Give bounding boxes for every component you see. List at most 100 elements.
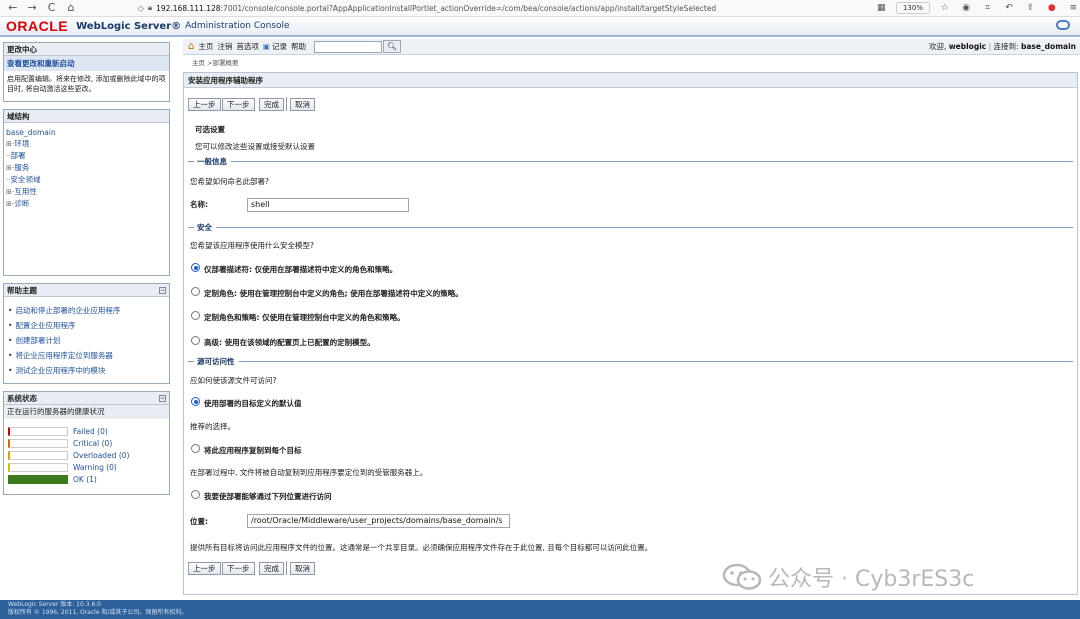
oracle-logo: ORACLE [6,18,69,34]
option-custom-roles[interactable]: 定制角色: 使用在管理控制台中定义的角色; 使用在部署描述符中定义的策略。 [204,288,463,299]
search-input[interactable] [313,40,382,53]
option-default-targets[interactable]: 使用部署的目标定义的默认值 [204,398,302,409]
wechat-watermark: 公众号 · Cyb3rES3c [722,561,974,593]
help-link-configure[interactable]: 配置企业应用程序 [8,318,165,333]
record-icon[interactable]: ▣ [263,42,270,51]
addon-icon[interactable]: ● [1045,1,1058,15]
optional-settings-title: 可选设置 [195,125,225,134]
section-source-accessibility: 源可访问性 [188,357,1073,366]
location-input[interactable]: /root/Oracle/Middleware/user_projects/do… [247,514,510,528]
console-toolbar: ⌂ 主页 注销 首选项 ▣ 记录 帮助 🔍︎ 欢迎, weblogic | 连接… [183,39,1080,55]
optional-settings-desc: 您可以修改这些设置或接受默认设置 [195,142,315,151]
url-path: :7001/console/console.portal?AppApplicat… [220,3,717,13]
next-button[interactable]: 下一步 [222,98,255,111]
cancel-button[interactable]: 取消 [290,98,315,111]
cancel-button-bottom[interactable]: 取消 [290,562,315,575]
extensions-icon[interactable]: ⌗ [981,1,994,15]
button-separator [286,97,287,111]
health-bar [8,474,68,484]
home-link[interactable]: 主页 [198,41,213,52]
radio-copy-to-targets[interactable] [191,444,200,453]
back-button[interactable]: 上一步 [188,98,221,111]
help-link-target-server[interactable]: 将企业应用程序定位到服务器 [8,348,165,363]
header-toggle-icon[interactable] [1056,20,1070,30]
radio-location-access[interactable] [191,490,200,499]
search-icon: 🔍︎ [386,42,398,51]
health-row-critical: Critical (0) [8,437,169,449]
home-icon[interactable]: ⌂ [64,1,77,15]
tree-item-environment[interactable]: ⊞-环境 [6,138,167,150]
help-link[interactable]: 帮助 [291,41,306,52]
zoom-level[interactable]: 130% [895,2,930,14]
record-link[interactable]: 记录 [272,41,287,52]
address-bar[interactable]: ◇ 🔒︎ 192.168.111.128:7001/console/consol… [138,1,867,16]
reload-icon[interactable]: C [45,1,58,15]
url-host: 192.168.111.128 [156,3,221,13]
browser-toolbar: ← → C ⌂ ◇ 🔒︎ 192.168.111.128:7001/consol… [0,0,1080,17]
health-bar [8,450,68,460]
radio-advanced[interactable] [191,336,200,345]
connected-domain: base_domain [1020,42,1076,51]
preferences-link[interactable]: 首选项 [236,41,259,52]
change-center-title: 更改中心 [4,43,169,56]
collapse-icon[interactable]: − [159,395,166,402]
name-question: 您希望如何命名此部署? [190,177,269,186]
breadcrumb[interactable]: 主页 >部署概要 [192,57,239,67]
option-dd-only[interactable]: 仅部署描述符: 仅使用在部署描述符中定义的角色和策略。 [204,264,397,275]
wechat-icon [722,563,762,590]
view-changes-link[interactable]: 查看更改和重新启动 [4,56,169,71]
install-wizard-panel: 安装应用程序辅助程序 上一步 下一步 完成 取消 可选设置 您可以修改这些设置或… [183,72,1078,595]
tree-item-services[interactable]: ⊞-服务 [6,162,167,174]
back-arrow-icon[interactable]: ← [6,1,19,15]
home-icon[interactable]: ⌂ [188,41,194,52]
option-custom-roles-policies[interactable]: 定制角色和策略: 仅使用在管理控制台中定义的角色和策略。 [204,312,405,323]
bookmark-star-icon[interactable]: ☆ [938,1,951,15]
tree-item-deployments[interactable]: ··部署 [6,150,167,162]
radio-custom-roles[interactable] [191,287,200,296]
health-row-warning: Warning (0) [8,461,169,473]
finish-button[interactable]: 完成 [259,98,284,111]
radio-default-targets[interactable] [191,397,200,406]
app-header: ORACLE WebLogic Server® Administration C… [0,17,1080,37]
logout-link[interactable]: 注销 [217,41,232,52]
help-link-start-stop[interactable]: 启动和停止部署的企业应用程序 [8,303,165,318]
option-copy-to-targets[interactable]: 将此应用程序复制到每个目标 [204,445,302,456]
share-icon[interactable]: ⇪ [1024,1,1037,15]
health-bar [8,462,68,472]
change-center-panel: 更改中心 查看更改和重新启动 启用配置编辑。将来在修改, 添加或删除此域中的项目… [3,42,170,102]
radio-dd-only[interactable] [191,263,200,272]
radio-custom-roles-policies[interactable] [191,311,200,320]
product-name: WebLogic Server® [76,20,182,32]
collapse-icon[interactable]: − [159,287,166,294]
menu-icon[interactable]: ≡ [1067,1,1080,15]
security-question: 您希望该应用程序使用什么安全模型? [190,241,314,250]
copy-note: 在部署过程中, 文件将被自动复制到应用程序要定位到的受管服务器上。 [190,468,428,477]
tree-item-security-realms[interactable]: ··安全领域 [6,174,167,186]
help-link-test-modules[interactable]: 测试企业应用程序中的模块 [8,363,165,378]
pocket-icon[interactable]: ◉ [959,1,972,15]
url-text: 192.168.111.128:7001/console/console.por… [156,4,716,13]
watermark-text: 公众号 · Cyb3rES3c [768,567,975,592]
help-link-deployment-plan[interactable]: 创建部署计划 [8,333,165,348]
footer: WebLogic Server 版本: 10.3.6.0 版权所有 © 1996… [0,600,1080,619]
tree-item-interoperability[interactable]: ⊞-互用性 [6,186,167,198]
footer-version: WebLogic Server 版本: 10.3.6.0 [8,601,101,608]
option-location-access[interactable]: 我要使部署能够通过下列位置进行访问 [204,491,332,502]
tree-root-base-domain[interactable]: base_domain [6,128,56,137]
section-general: 一般信息 [188,157,1073,166]
next-button-bottom[interactable]: 下一步 [222,562,255,575]
location-label: 位置: [190,517,208,526]
finish-button-bottom[interactable]: 完成 [259,562,284,575]
option-advanced[interactable]: 高级: 使用在该领域的配置页上已配置的定制模型。 [204,337,375,348]
health-subtitle: 正在运行的服务器的健康状况 [4,405,169,419]
back-button-bottom[interactable]: 上一步 [188,562,221,575]
deployment-name-input[interactable]: shell [247,198,409,212]
wizard-title: 安装应用程序辅助程序 [184,73,1077,88]
tree-item-diagnostics[interactable]: ⊞-诊断 [6,198,167,210]
username: weblogic [948,42,987,51]
help-topics-list: 启动和停止部署的企业应用程序 配置企业应用程序 创建部署计划 将企业应用程序定位… [4,297,169,384]
forward-arrow-icon[interactable]: → [25,1,38,15]
search-button[interactable]: 🔍︎ [382,40,401,53]
qr-code-icon[interactable]: ▦ [875,1,888,15]
undo-icon[interactable]: ↶ [1002,1,1015,15]
